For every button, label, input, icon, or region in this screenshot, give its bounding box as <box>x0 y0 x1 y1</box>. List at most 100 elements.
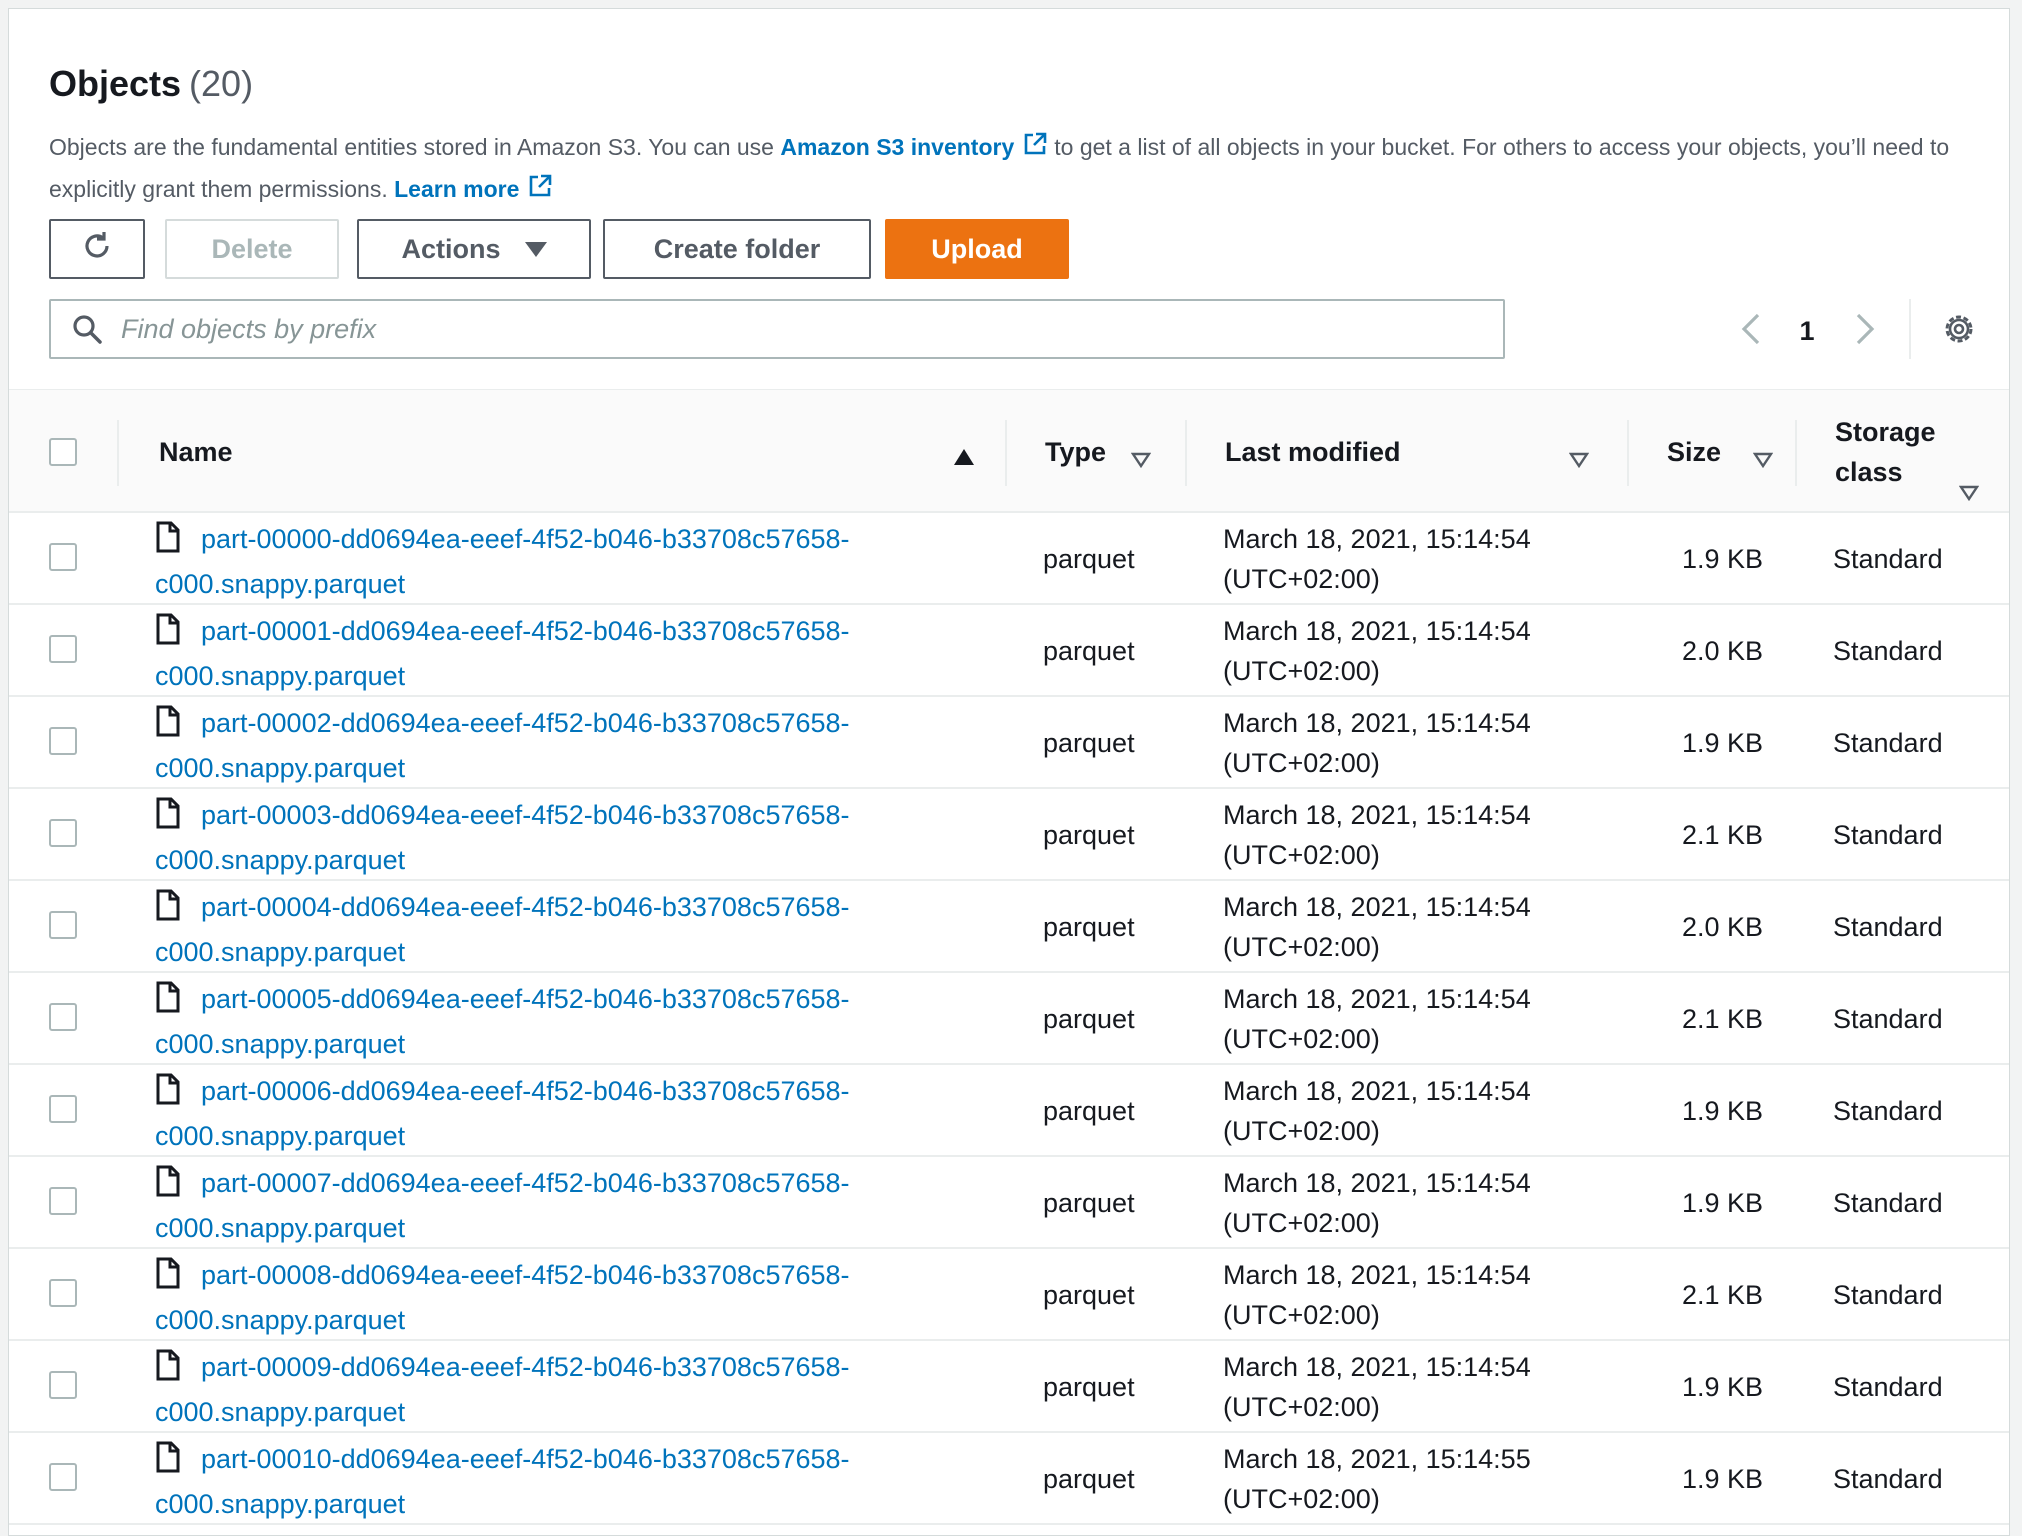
objects-header: Objects (20) Objects are the fundamental … <box>9 9 2009 389</box>
select-all-checkbox[interactable] <box>49 438 77 466</box>
row-checkbox[interactable] <box>49 1463 77 1491</box>
row-checkbox[interactable] <box>49 1187 77 1215</box>
external-link-icon <box>527 171 553 211</box>
refresh-button[interactable] <box>49 219 145 279</box>
sort-ascending-icon <box>953 442 975 473</box>
object-type: parquet <box>1043 1280 1135 1310</box>
caret-down-icon <box>524 241 547 257</box>
object-size: 1.9 KB <box>1681 728 1763 758</box>
row-checkbox-cell <box>49 1095 77 1123</box>
object-storage-class: Standard <box>1833 544 1943 574</box>
preferences-button[interactable] <box>1939 311 1979 351</box>
title-text: Objects <box>49 63 182 104</box>
row-checkbox-cell <box>49 543 77 571</box>
search-input[interactable] <box>121 313 1421 345</box>
object-last-modified: March 18, 2021, 15:14:54 (UTC+02:00) <box>1223 795 1531 875</box>
row-checkbox[interactable] <box>49 727 77 755</box>
table-row: part-00003-dd0694ea-eeef-4f52-b046-b3370… <box>9 789 2009 881</box>
object-type: parquet <box>1043 728 1135 758</box>
column-header-last-modified[interactable]: Last modified <box>1225 390 1605 514</box>
object-name-line1: part-00010-dd0694ea-eeef-4f52-b046-b3370… <box>201 1444 850 1474</box>
column-name-label: Name <box>159 436 233 467</box>
search-icon <box>71 313 103 345</box>
modified-timezone: (UTC+02:00) <box>1223 748 1380 778</box>
modified-date: March 18, 2021, 15:14:54 <box>1223 892 1531 922</box>
column-header-size[interactable]: Size <box>1667 390 1797 514</box>
table-row: part-00010-dd0694ea-eeef-4f52-b046-b3370… <box>9 1433 2009 1525</box>
row-checkbox-cell <box>49 1279 77 1307</box>
row-checkbox[interactable] <box>49 543 77 571</box>
object-name-link[interactable]: part-00006-dd0694ea-eeef-4f52-b046-b3370… <box>155 1071 955 1156</box>
row-checkbox[interactable] <box>49 1371 77 1399</box>
object-size: 1.9 KB <box>1681 1372 1763 1402</box>
sort-icon <box>1752 444 1774 475</box>
row-checkbox[interactable] <box>49 1095 77 1123</box>
upload-button[interactable]: Upload <box>885 219 1069 279</box>
object-last-modified: March 18, 2021, 15:14:54 (UTC+02:00) <box>1223 1163 1531 1243</box>
object-name-link[interactable]: part-00000-dd0694ea-eeef-4f52-b046-b3370… <box>155 519 955 604</box>
modified-date: March 18, 2021, 15:14:54 <box>1223 1168 1531 1198</box>
object-name-line1: part-00005-dd0694ea-eeef-4f52-b046-b3370… <box>201 984 850 1014</box>
object-size: 1.9 KB <box>1681 1096 1763 1126</box>
row-checkbox[interactable] <box>49 1279 77 1307</box>
object-storage-class: Standard <box>1833 1096 1943 1126</box>
previous-page-button[interactable] <box>1733 309 1769 353</box>
row-checkbox[interactable] <box>49 635 77 663</box>
object-type: parquet <box>1043 1464 1135 1494</box>
object-name-link[interactable]: part-00008-dd0694ea-eeef-4f52-b046-b3370… <box>155 1255 955 1340</box>
object-name-link[interactable]: part-00004-dd0694ea-eeef-4f52-b046-b3370… <box>155 887 955 972</box>
object-name-line2: c000.snappy.parquet <box>155 1489 406 1519</box>
row-checkbox-cell <box>49 727 77 755</box>
object-name-link[interactable]: part-00003-dd0694ea-eeef-4f52-b046-b3370… <box>155 795 955 880</box>
object-size: 2.1 KB <box>1681 820 1763 850</box>
gear-icon <box>1941 311 1977 352</box>
object-name-link[interactable]: part-00007-dd0694ea-eeef-4f52-b046-b3370… <box>155 1163 955 1248</box>
object-name-line1: part-00009-dd0694ea-eeef-4f52-b046-b3370… <box>201 1352 850 1382</box>
object-size: 1.9 KB <box>1681 1464 1763 1494</box>
column-separator <box>1005 420 1007 486</box>
create-folder-button[interactable]: Create folder <box>603 219 871 279</box>
column-header-type[interactable]: Type <box>1045 390 1185 514</box>
object-name-line2: c000.snappy.parquet <box>155 753 406 783</box>
row-checkbox[interactable] <box>49 1003 77 1031</box>
object-type: parquet <box>1043 636 1135 666</box>
object-name-line2: c000.snappy.parquet <box>155 845 406 875</box>
actions-dropdown-button[interactable]: Actions <box>357 219 591 279</box>
table-header: Name Type Last modified Size Storage cla <box>9 389 2009 513</box>
object-name-link[interactable]: part-00002-dd0694ea-eeef-4f52-b046-b3370… <box>155 703 955 788</box>
objects-panel: Objects (20) Objects are the fundamental … <box>8 8 2010 1536</box>
object-storage-class: Standard <box>1833 820 1943 850</box>
object-storage-class: Standard <box>1833 1372 1943 1402</box>
file-icon <box>155 889 181 932</box>
row-checkbox[interactable] <box>49 819 77 847</box>
file-icon <box>155 1165 181 1208</box>
modified-date: March 18, 2021, 15:14:55 <box>1223 1444 1531 1474</box>
object-name-link[interactable]: part-00005-dd0694ea-eeef-4f52-b046-b3370… <box>155 979 955 1064</box>
modified-timezone: (UTC+02:00) <box>1223 840 1380 870</box>
column-size-label: Size <box>1667 436 1722 467</box>
object-storage-class: Standard <box>1833 1280 1943 1310</box>
modified-timezone: (UTC+02:00) <box>1223 1116 1380 1146</box>
actions-label: Actions <box>401 233 501 264</box>
modified-date: March 18, 2021, 15:14:54 <box>1223 1260 1531 1290</box>
object-name-line1: part-00006-dd0694ea-eeef-4f52-b046-b3370… <box>201 1076 850 1106</box>
object-name-link[interactable]: part-00009-dd0694ea-eeef-4f52-b046-b3370… <box>155 1347 955 1432</box>
object-last-modified: March 18, 2021, 15:14:54 (UTC+02:00) <box>1223 519 1531 599</box>
search-box <box>49 299 1505 359</box>
column-header-name[interactable]: Name <box>159 390 999 514</box>
file-icon <box>155 1441 181 1484</box>
modified-date: March 18, 2021, 15:14:54 <box>1223 524 1531 554</box>
inventory-link[interactable]: Amazon S3 inventory <box>780 132 1054 160</box>
object-name-link[interactable]: part-00001-dd0694ea-eeef-4f52-b046-b3370… <box>155 611 955 696</box>
table-row: part-00001-dd0694ea-eeef-4f52-b046-b3370… <box>9 605 2009 697</box>
page-title: Objects (20) <box>49 61 253 107</box>
page-number-1[interactable]: 1 <box>1787 309 1827 353</box>
row-checkbox[interactable] <box>49 911 77 939</box>
learn-more-link[interactable]: Learn more <box>394 174 559 202</box>
file-icon <box>155 1073 181 1116</box>
column-header-storage-class[interactable]: Storage class <box>1835 390 1985 514</box>
next-page-button[interactable] <box>1847 309 1883 353</box>
delete-button[interactable]: Delete <box>165 219 339 279</box>
object-name-link[interactable]: part-00010-dd0694ea-eeef-4f52-b046-b3370… <box>155 1439 955 1524</box>
column-storage-label-line1: Storage <box>1835 417 1936 447</box>
